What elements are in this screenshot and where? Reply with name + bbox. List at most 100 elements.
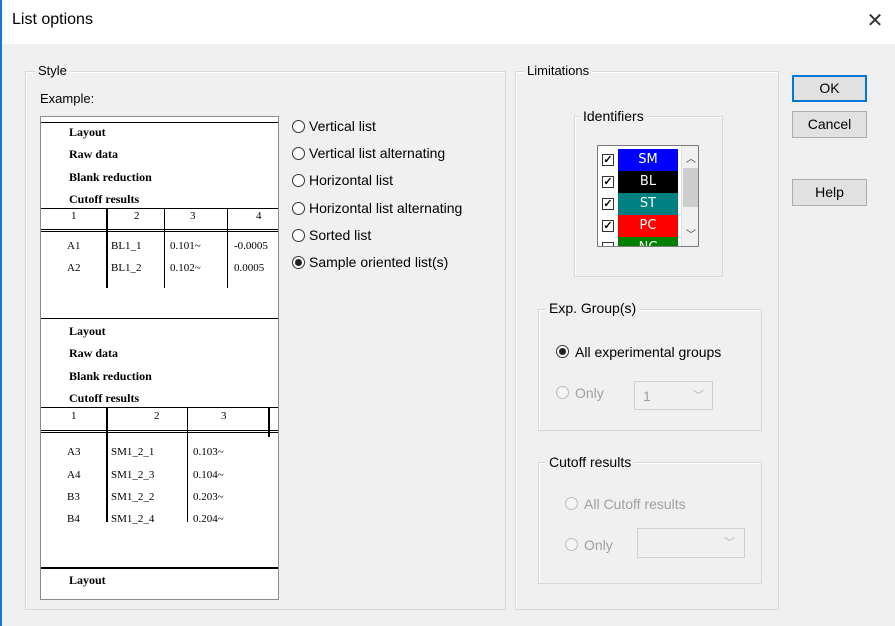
cutoff-group <box>538 462 762 584</box>
ex1-r1-c3: 0.101~ <box>170 240 201 252</box>
identifier-item[interactable]: ST <box>618 193 678 215</box>
identifier-item[interactable]: BL <box>618 171 678 193</box>
ex1-r1-c1: A1 <box>67 240 81 252</box>
ex2-r2-c1: A4 <box>67 469 81 481</box>
style-option-label[interactable]: Horizontal list alternating <box>309 200 462 216</box>
divider <box>41 567 278 569</box>
style-option-label[interactable]: Horizontal list <box>309 172 393 188</box>
ex2-r4-c2: SM1_2_4 <box>111 513 155 525</box>
cutoff-all-label[interactable]: All Cutoff results <box>584 496 686 512</box>
ex2-header-1: 1 <box>71 410 77 422</box>
identifier-item[interactable]: NC <box>618 237 678 246</box>
listbox-scrollbar[interactable]: ︿ ﹀ <box>681 146 698 246</box>
ex2-r3-c1: B3 <box>67 491 80 503</box>
limitations-group-label: Limitations <box>524 63 593 78</box>
ex2-r1-c3: 0.103~ <box>193 446 224 458</box>
ex2-r2-c3: 0.104~ <box>193 469 224 481</box>
style-option-label[interactable]: Sorted list <box>309 227 371 243</box>
divider <box>268 407 270 437</box>
chevron-down-icon[interactable]: ﹀ <box>686 226 696 241</box>
title-bar[interactable]: List options ✕ <box>2 0 895 44</box>
ex2-header-3: 3 <box>221 410 227 422</box>
divider <box>106 208 108 288</box>
ex1-title-blank: Blank reduction <box>69 170 152 184</box>
ok-button[interactable]: OK <box>792 75 867 102</box>
ex2-title-raw: Raw data <box>69 346 119 360</box>
exp-all-label[interactable]: All experimental groups <box>575 344 721 360</box>
identifier-checkbox[interactable]: ✓ <box>602 220 614 232</box>
scrollbar-thumb[interactable] <box>683 168 698 207</box>
cancel-button[interactable]: Cancel <box>792 111 867 138</box>
style-option-label[interactable]: Vertical list <box>309 118 376 134</box>
chevron-up-icon[interactable]: ︿ <box>686 150 696 165</box>
chevron-down-icon: ﹀ <box>724 537 735 549</box>
ex1-header-1: 1 <box>71 210 77 222</box>
cutoff-all-radio[interactable] <box>565 497 578 510</box>
identifier-checkbox[interactable]: ✓ <box>602 176 614 188</box>
exp-only-combo[interactable]: 1 ﹀ <box>634 381 713 410</box>
divider <box>41 407 278 408</box>
divider <box>227 208 228 288</box>
style-option-radio[interactable] <box>292 201 305 215</box>
identifier-item[interactable]: SM <box>618 149 678 171</box>
cutoff-only-radio[interactable] <box>565 538 578 551</box>
exp-only-label[interactable]: Only <box>575 385 604 401</box>
cutoff-group-label: Cutoff results <box>546 454 635 470</box>
ex1-header-3: 3 <box>190 210 196 222</box>
ex2-r4-c1: B4 <box>67 513 80 525</box>
ex2-r3-c2: SM1_2_2 <box>111 491 155 503</box>
divider <box>106 407 108 522</box>
divider <box>41 208 278 209</box>
ex2-title-layout: Layout <box>69 324 106 338</box>
ex2-title-blank: Blank reduction <box>69 369 152 383</box>
ex2-r4-c3: 0.204~ <box>193 513 224 525</box>
example-label: Example: <box>40 91 95 106</box>
window-title: List options <box>12 11 93 28</box>
exp-groups-group <box>538 309 762 431</box>
ex1-header-2: 2 <box>134 210 140 222</box>
style-option-label[interactable]: Vertical list alternating <box>309 145 445 161</box>
ex1-r2-c2: BL1_2 <box>111 262 142 274</box>
identifier-checkbox[interactable] <box>602 242 614 246</box>
style-group-label: Style <box>35 63 70 78</box>
ex1-header-4: 4 <box>256 210 262 222</box>
exp-only-radio[interactable] <box>556 386 569 399</box>
style-option-radio[interactable] <box>292 120 305 133</box>
close-icon[interactable]: ✕ <box>861 6 889 36</box>
style-option-radio[interactable] <box>292 228 305 242</box>
ex2-r3-c3: 0.203~ <box>193 491 224 503</box>
ex1-title-layout: Layout <box>69 125 106 139</box>
divider <box>164 208 165 288</box>
ex2-r1-c1: A3 <box>67 446 81 458</box>
chevron-down-icon: ﹀ <box>693 390 704 402</box>
ex2-r1-c2: SM1_2_1 <box>111 446 155 458</box>
help-button[interactable]: Help <box>792 179 867 206</box>
ex1-r2-c3: 0.102~ <box>170 262 201 274</box>
identifier-item[interactable]: PC <box>618 215 678 237</box>
style-option-label[interactable]: Sample oriented list(s) <box>309 254 448 270</box>
identifiers-group-label: Identifiers <box>580 108 647 124</box>
ex1-r1-c4: -0.0005 <box>234 240 268 252</box>
header-divider <box>41 229 278 232</box>
ex1-title-cutoff: Cutoff results <box>69 192 140 206</box>
ex-footer-layout: Layout <box>69 573 106 587</box>
ex1-title-raw: Raw data <box>69 147 119 161</box>
ex2-header-2: 2 <box>154 410 160 422</box>
identifier-checkbox[interactable]: ✓ <box>602 198 614 210</box>
style-option-radio[interactable] <box>292 256 305 269</box>
header-divider <box>41 430 278 433</box>
cutoff-only-combo[interactable]: ﹀ <box>637 528 745 558</box>
exp-all-radio[interactable] <box>556 345 569 358</box>
example-preview: Layout Raw data Blank reduction Cutoff r… <box>40 116 279 600</box>
identifier-checkbox[interactable]: ✓ <box>602 154 614 166</box>
ex2-title-cutoff: Cutoff results <box>69 391 140 405</box>
divider <box>41 122 278 123</box>
ex2-r2-c2: SM1_2_3 <box>111 469 155 481</box>
divider <box>41 318 278 319</box>
exp-only-value: 1 <box>643 388 651 404</box>
cutoff-only-label[interactable]: Only <box>584 537 613 553</box>
divider <box>187 407 188 522</box>
ex1-r2-c1: A2 <box>67 262 81 274</box>
identifiers-listbox[interactable]: ✓ SM ✓ BL ✓ ST ✓ PCNC ︿ ﹀ <box>597 145 699 247</box>
exp-groups-label: Exp. Group(s) <box>546 300 640 316</box>
